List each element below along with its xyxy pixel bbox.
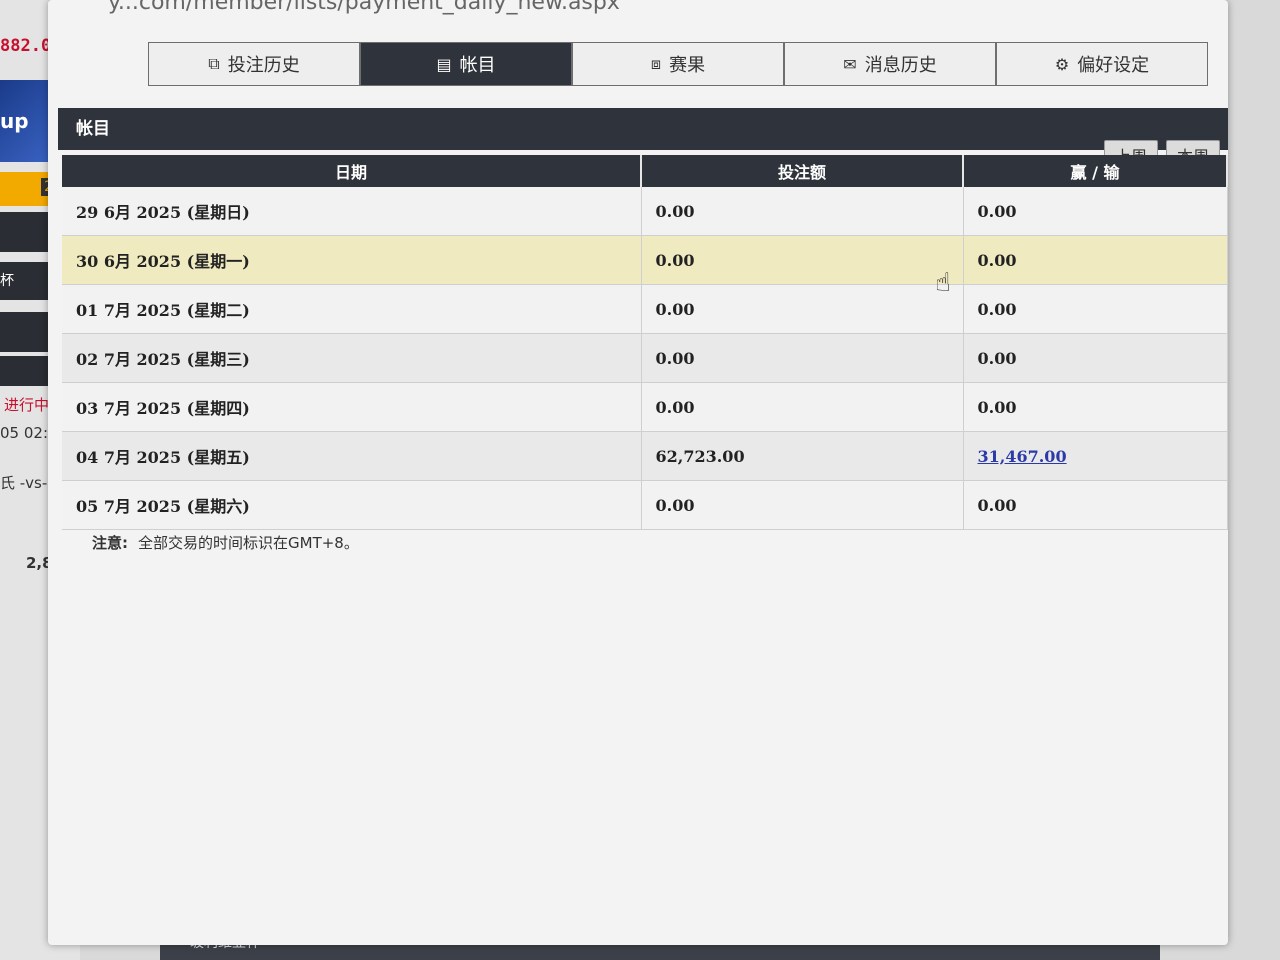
table-row: 30 6月 2025 (星期一) 0.00 0.00 (62, 235, 1228, 285)
tab-bet-history[interactable]: ⧉ 投注历史 (148, 42, 360, 86)
stake-cell: 0.00 (641, 333, 964, 383)
table-row: 04 7月 2025 (星期五) 62,723.00 31,467.00 (62, 431, 1228, 481)
tab-results[interactable]: ⧈ 赛果 (572, 42, 784, 86)
note-label: 注意: (92, 534, 128, 552)
winloss-cell: 0.00 (963, 333, 1228, 383)
date-cell: 04 7月 2025 (星期五) (62, 431, 642, 481)
winloss-cell: 0.00 (963, 382, 1228, 432)
table-row: 02 7月 2025 (星期三) 0.00 0.00 (62, 333, 1228, 383)
date-cell: 03 7月 2025 (星期四) (62, 382, 642, 432)
panel-title: 帐目 (58, 108, 1228, 150)
tab-bar: ⧉ 投注历史 ▤ 帐目 ⧈ 赛果 ✉ 消息历史 ⚙ 偏好设定 (148, 42, 1208, 86)
winloss-cell: 0.00 (963, 187, 1228, 236)
winloss-cell: 0.00 (963, 480, 1228, 530)
tab-label: 消息历史 (864, 55, 937, 76)
winloss-link[interactable]: 31,467.00 (963, 431, 1228, 481)
history-icon: ⧉ (208, 54, 220, 73)
background-status: 进行中 (4, 396, 50, 414)
timezone-note: 注意: 全部交易的时间标识在GMT+8。 (92, 532, 359, 553)
column-header-date: 日期 (62, 155, 642, 187)
note-text: 全部交易的时间标识在GMT+8。 (138, 534, 359, 552)
background-balance: 882.0 (0, 36, 52, 56)
table-row: 05 7月 2025 (星期六) 0.00 0.00 (62, 480, 1228, 530)
ledger-icon: ▤ (436, 54, 452, 74)
table-row: 03 7月 2025 (星期四) 0.00 0.00 (62, 382, 1228, 432)
results-icon: ⧈ (650, 54, 662, 73)
tab-label: 投注历史 (227, 55, 300, 76)
winloss-cell: 0.00 (963, 284, 1228, 334)
tab-label: 偏好设定 (1077, 55, 1150, 76)
tab-label: 帐目 (459, 55, 496, 76)
account-modal: y...com/member/lists/payment_daily_new.a… (48, 0, 1228, 945)
date-cell: 30 6月 2025 (星期一) (62, 235, 642, 285)
envelope-icon: ✉ (843, 54, 857, 74)
table-row: 29 6月 2025 (星期日) 0.00 0.00 (62, 187, 1228, 236)
date-cell: 05 7月 2025 (星期六) (62, 480, 642, 530)
stake-cell: 0.00 (641, 382, 964, 432)
column-header-winloss: 赢 / 输 (963, 155, 1228, 187)
date-cell: 01 7月 2025 (星期二) (62, 284, 642, 334)
tab-message-history[interactable]: ✉ 消息历史 (784, 42, 996, 86)
tab-label: 赛果 (669, 55, 706, 76)
stake-cell: 0.00 (641, 480, 964, 530)
date-cell: 02 7月 2025 (星期三) (62, 333, 642, 383)
stake-cell: 0.00 (641, 284, 964, 334)
table-row: 01 7月 2025 (星期二) 0.00 0.00 (62, 284, 1228, 334)
table-header-row: 日期 投注额 赢 / 输 (62, 155, 1228, 187)
date-cell: 29 6月 2025 (星期日) (62, 187, 642, 236)
tab-preferences[interactable]: ⚙ 偏好设定 (996, 42, 1208, 86)
tab-account[interactable]: ▤ 帐目 (360, 42, 572, 86)
hand-cursor-icon: ☝ (935, 268, 951, 298)
stake-cell: 62,723.00 (641, 431, 964, 481)
winloss-cell: 0.00 (963, 235, 1228, 285)
gear-icon: ⚙ (1054, 54, 1070, 74)
page-url: y...com/member/lists/payment_daily_new.a… (108, 0, 620, 15)
column-header-stake: 投注额 (641, 155, 964, 187)
stake-cell: 0.00 (641, 187, 964, 236)
account-table: 日期 投注额 赢 / 输 29 6月 2025 (星期日) 0.00 0.00 … (62, 155, 1228, 530)
stake-cell: 0.00 (641, 235, 964, 285)
